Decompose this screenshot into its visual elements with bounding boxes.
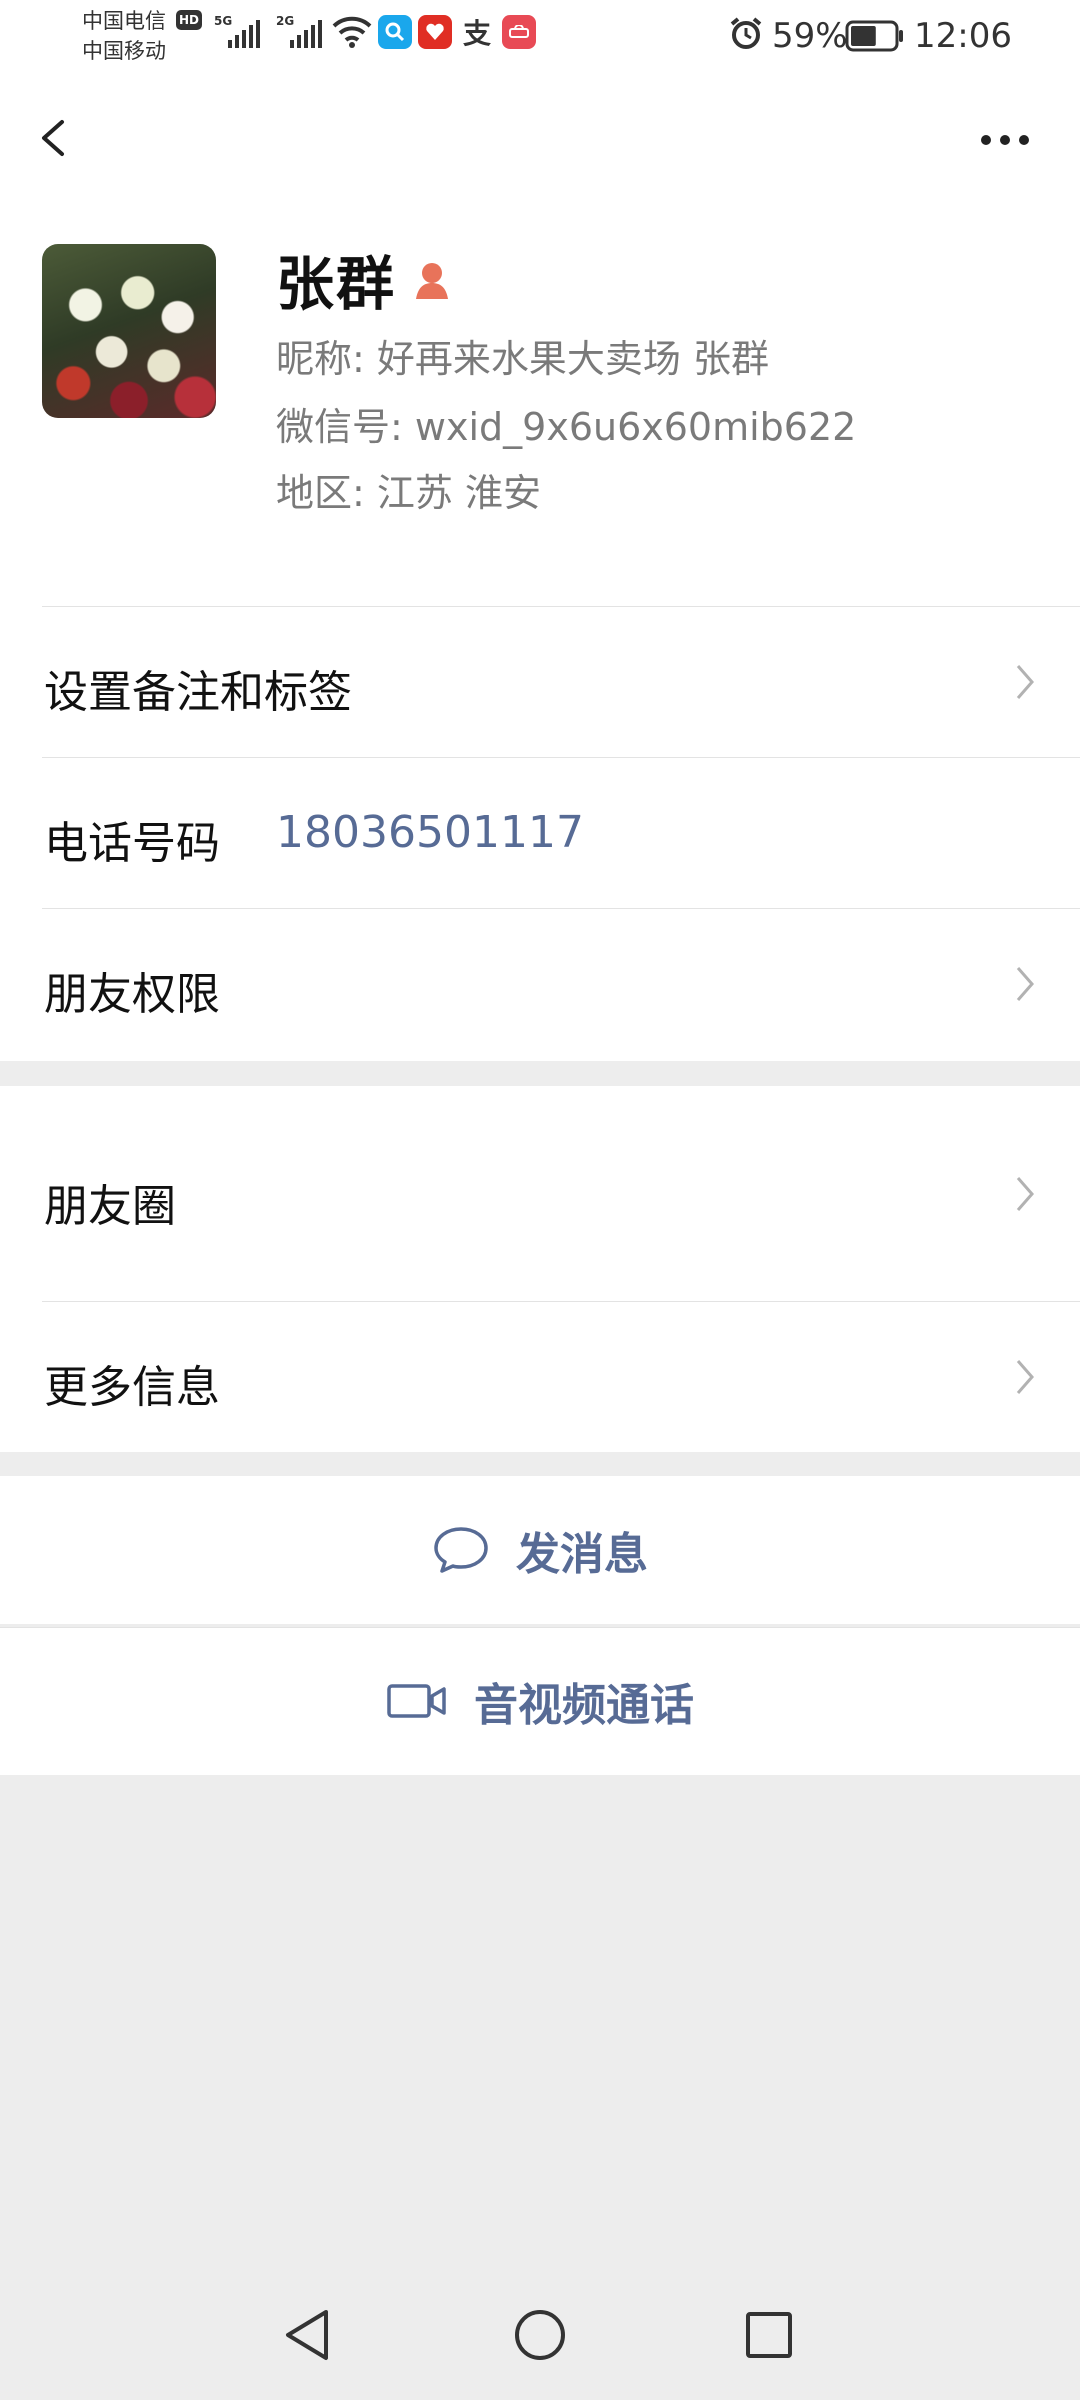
phone-row[interactable]: 电话号码 18036501117: [0, 757, 1080, 908]
send-message-label: 发消息: [516, 1529, 648, 1580]
phone-number-link[interactable]: 18036501117: [276, 807, 584, 858]
wechat-id-value: wxid_9x6u6x60mib622: [414, 405, 857, 449]
moments-label: 朋友圈: [44, 1181, 176, 1232]
more-dots-icon[interactable]: [960, 120, 1050, 160]
region-line: 地区: 江苏 淮安: [276, 468, 541, 518]
phone-label: 电话号码: [44, 818, 220, 869]
hd-badge: HD: [176, 10, 202, 30]
divider: [0, 1627, 1080, 1628]
pinduoduo-app-icon: [418, 15, 452, 49]
status-bar: 中国电信 中国移动 HD 5G 2G 支 59% 12:06: [0, 0, 1080, 72]
back-triangle-icon[interactable]: [274, 2300, 344, 2370]
chevron-right-icon: [1016, 1360, 1034, 1394]
chevron-right-icon: [1016, 1177, 1034, 1211]
avatar[interactable]: [42, 244, 216, 418]
recents-square-icon[interactable]: [734, 2300, 804, 2370]
divider: [42, 1301, 1080, 1302]
carrier-1: 中国电信: [82, 9, 166, 33]
carrier-2: 中国移动: [82, 39, 166, 63]
nickname-line: 昵称: 好再来水果大卖场 张群: [276, 334, 769, 384]
battery-percent: 59%: [772, 16, 848, 56]
wifi-icon: [332, 16, 372, 48]
search-app-icon: [378, 15, 412, 49]
more-info-row[interactable]: 更多信息: [0, 1301, 1080, 1452]
chevron-right-icon: [1016, 967, 1034, 1001]
region-value: 江苏 淮安: [376, 471, 541, 515]
video-call-button[interactable]: 音视频通话: [0, 1627, 1080, 1775]
home-circle-icon[interactable]: [505, 2300, 575, 2370]
more-info-label: 更多信息: [44, 1362, 220, 1413]
divider: [42, 757, 1080, 758]
nickname-value: 好再来水果大卖场 张群: [376, 337, 769, 381]
nickname-label: 昵称:: [276, 337, 365, 381]
chat-bubble-icon: [434, 1527, 488, 1573]
wechat-id-label: 微信号:: [276, 405, 403, 449]
permissions-label: 朋友权限: [44, 969, 220, 1020]
alipay-app-icon: 支: [462, 17, 491, 50]
alarm-icon: [730, 17, 762, 49]
battery-icon: [845, 20, 903, 52]
huawei-app-icon: [502, 15, 536, 49]
video-call-label: 音视频通话: [474, 1680, 694, 1731]
carrier-info: 中国电信 中国移动: [82, 6, 166, 66]
wechat-id-line: 微信号: wxid_9x6u6x60mib622: [276, 402, 856, 452]
video-camera-icon: [387, 1684, 446, 1718]
remark-label: 设置备注和标签: [44, 667, 352, 718]
send-message-button[interactable]: 发消息: [0, 1476, 1080, 1624]
female-person-icon: [416, 263, 449, 299]
remark-row[interactable]: 设置备注和标签: [0, 606, 1080, 757]
display-name: 张群: [276, 250, 397, 318]
system-navigation-bar: [0, 2270, 1080, 2400]
divider: [42, 606, 1080, 607]
permissions-row[interactable]: 朋友权限: [0, 908, 1080, 1059]
profile-panel: 张群 昵称: 好再来水果大卖场 张群 微信号: wxid_9x6u6x60mib…: [0, 72, 1080, 1061]
chevron-right-icon: [1016, 665, 1034, 699]
region-label: 地区:: [276, 471, 365, 515]
clock: 12:06: [914, 16, 1012, 56]
moments-row[interactable]: 朋友圈: [0, 1086, 1080, 1301]
back-chevron-icon[interactable]: [28, 102, 78, 174]
divider: [42, 908, 1080, 909]
moments-group: 朋友圈 更多信息: [0, 1086, 1080, 1452]
name-row: 张群: [276, 244, 454, 318]
